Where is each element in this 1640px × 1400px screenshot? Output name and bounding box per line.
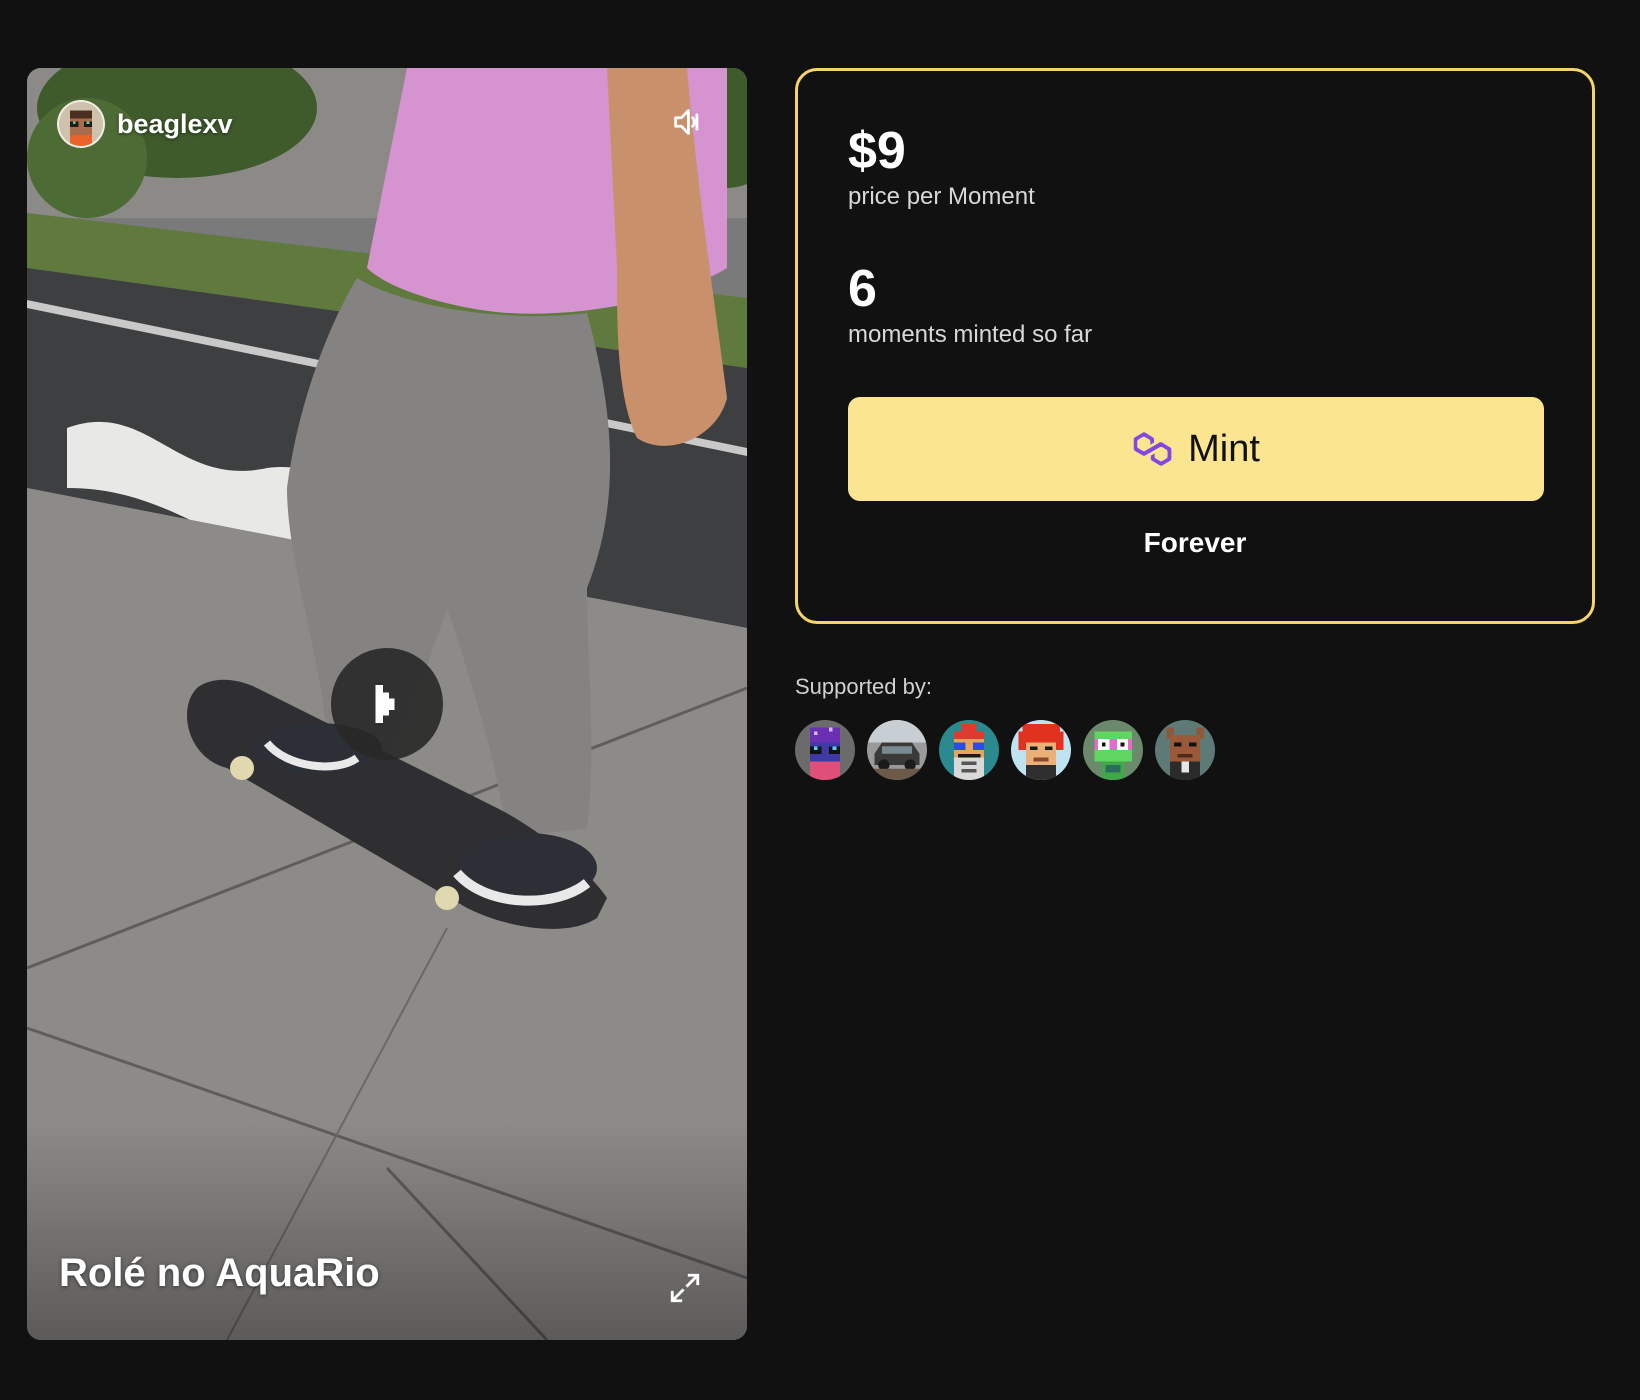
minted-count: 6 — [848, 260, 877, 318]
play-button[interactable] — [331, 648, 443, 760]
pixel-avatar-green-icon[interactable] — [1083, 720, 1143, 780]
pixel-avatar-brown-icon[interactable] — [1155, 720, 1215, 780]
price-value: $9 — [848, 122, 906, 180]
minted-stat: 6 moments minted so far — [848, 261, 1542, 349]
video-overlay-gradient — [27, 1120, 747, 1340]
mint-card: $9 price per Moment 6 moments minted so … — [795, 68, 1595, 624]
minted-label: moments minted so far — [848, 321, 1093, 348]
edition-duration-link[interactable]: Forever — [848, 527, 1542, 559]
car-photo-icon[interactable] — [867, 720, 927, 780]
pixel-avatar-redhair-icon[interactable] — [1011, 720, 1071, 780]
video-player[interactable]: beaglexv Rolé no AquaRio — [27, 68, 747, 1340]
creator-avatar[interactable] — [57, 100, 105, 148]
supporters-section: Supported by: — [795, 674, 1215, 780]
mint-button[interactable]: Mint — [848, 397, 1544, 501]
price-label: price per Moment — [848, 183, 1035, 210]
expand-icon — [670, 1273, 700, 1303]
play-icon — [375, 684, 395, 724]
fullscreen-button[interactable] — [665, 1268, 705, 1308]
speaker-icon — [674, 109, 699, 135]
supporters-list — [795, 720, 1215, 780]
pixel-avatar-purple-icon[interactable] — [795, 720, 855, 780]
pixel-avatar-icon — [59, 102, 103, 146]
video-title: Rolé no AquaRio — [59, 1251, 380, 1295]
pixel-avatar-robot-icon[interactable] — [939, 720, 999, 780]
mute-button[interactable] — [667, 102, 707, 142]
price-stat: $9 price per Moment — [848, 123, 1542, 211]
mint-button-label: Mint — [1188, 427, 1260, 470]
page: beaglexv Rolé no AquaRio $9 price per Mo… — [0, 0, 1640, 1400]
creator-profile-link[interactable]: beaglexv — [57, 100, 233, 148]
supporters-label: Supported by: — [795, 674, 932, 699]
polygon-icon — [1133, 432, 1172, 466]
creator-name[interactable]: beaglexv — [117, 109, 233, 140]
